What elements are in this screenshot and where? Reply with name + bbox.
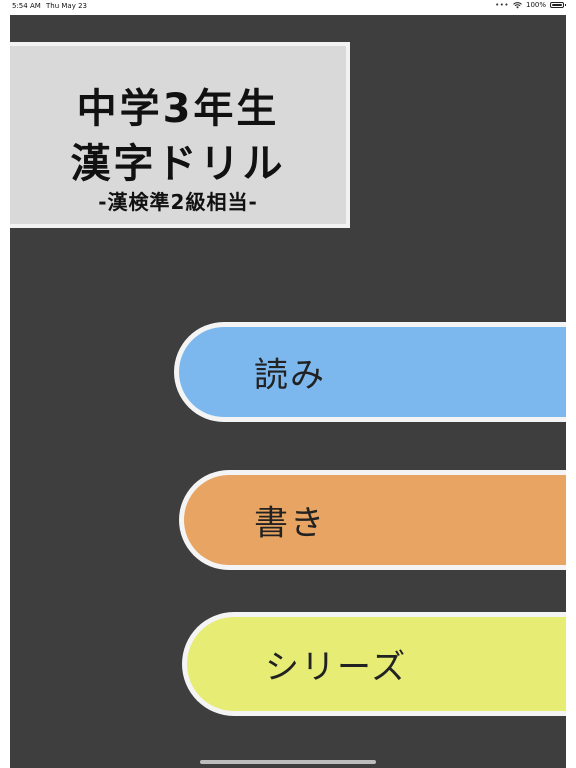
title-card: 中学3年生 漢字ドリル -漢検準2級相当- bbox=[10, 42, 350, 228]
battery-percent: 100% bbox=[525, 1, 546, 9]
app-subtitle: -漢検準2級相当- bbox=[98, 190, 258, 214]
read-button[interactable]: 読み bbox=[174, 322, 566, 422]
home-indicator[interactable] bbox=[200, 760, 376, 764]
series-button[interactable]: シリーズ bbox=[182, 612, 566, 716]
app-title-line2: 漢字ドリル bbox=[70, 141, 286, 187]
status-indicators: ••• 100% bbox=[495, 1, 566, 9]
multitasking-dots-icon: ••• bbox=[495, 1, 509, 9]
app-screen: 5:54 AM Thu May 23 ••• 100% 中学3年生 漢字ドリル … bbox=[0, 0, 576, 768]
series-button-label: シリーズ bbox=[265, 647, 408, 688]
wifi-icon bbox=[513, 1, 522, 8]
app-title-line1: 中学3年生 bbox=[76, 86, 280, 132]
battery-icon bbox=[550, 2, 566, 8]
write-button-label: 書き bbox=[254, 503, 326, 544]
status-time: 5:54 AM bbox=[12, 2, 41, 10]
read-button-label: 読み bbox=[254, 355, 326, 396]
status-bar: 5:54 AM Thu May 23 ••• 100% bbox=[0, 0, 576, 13]
status-date: Thu May 23 bbox=[46, 2, 87, 10]
app-content: 中学3年生 漢字ドリル -漢検準2級相当- 読み 書き シリーズ bbox=[10, 15, 566, 768]
write-button[interactable]: 書き bbox=[179, 470, 566, 570]
